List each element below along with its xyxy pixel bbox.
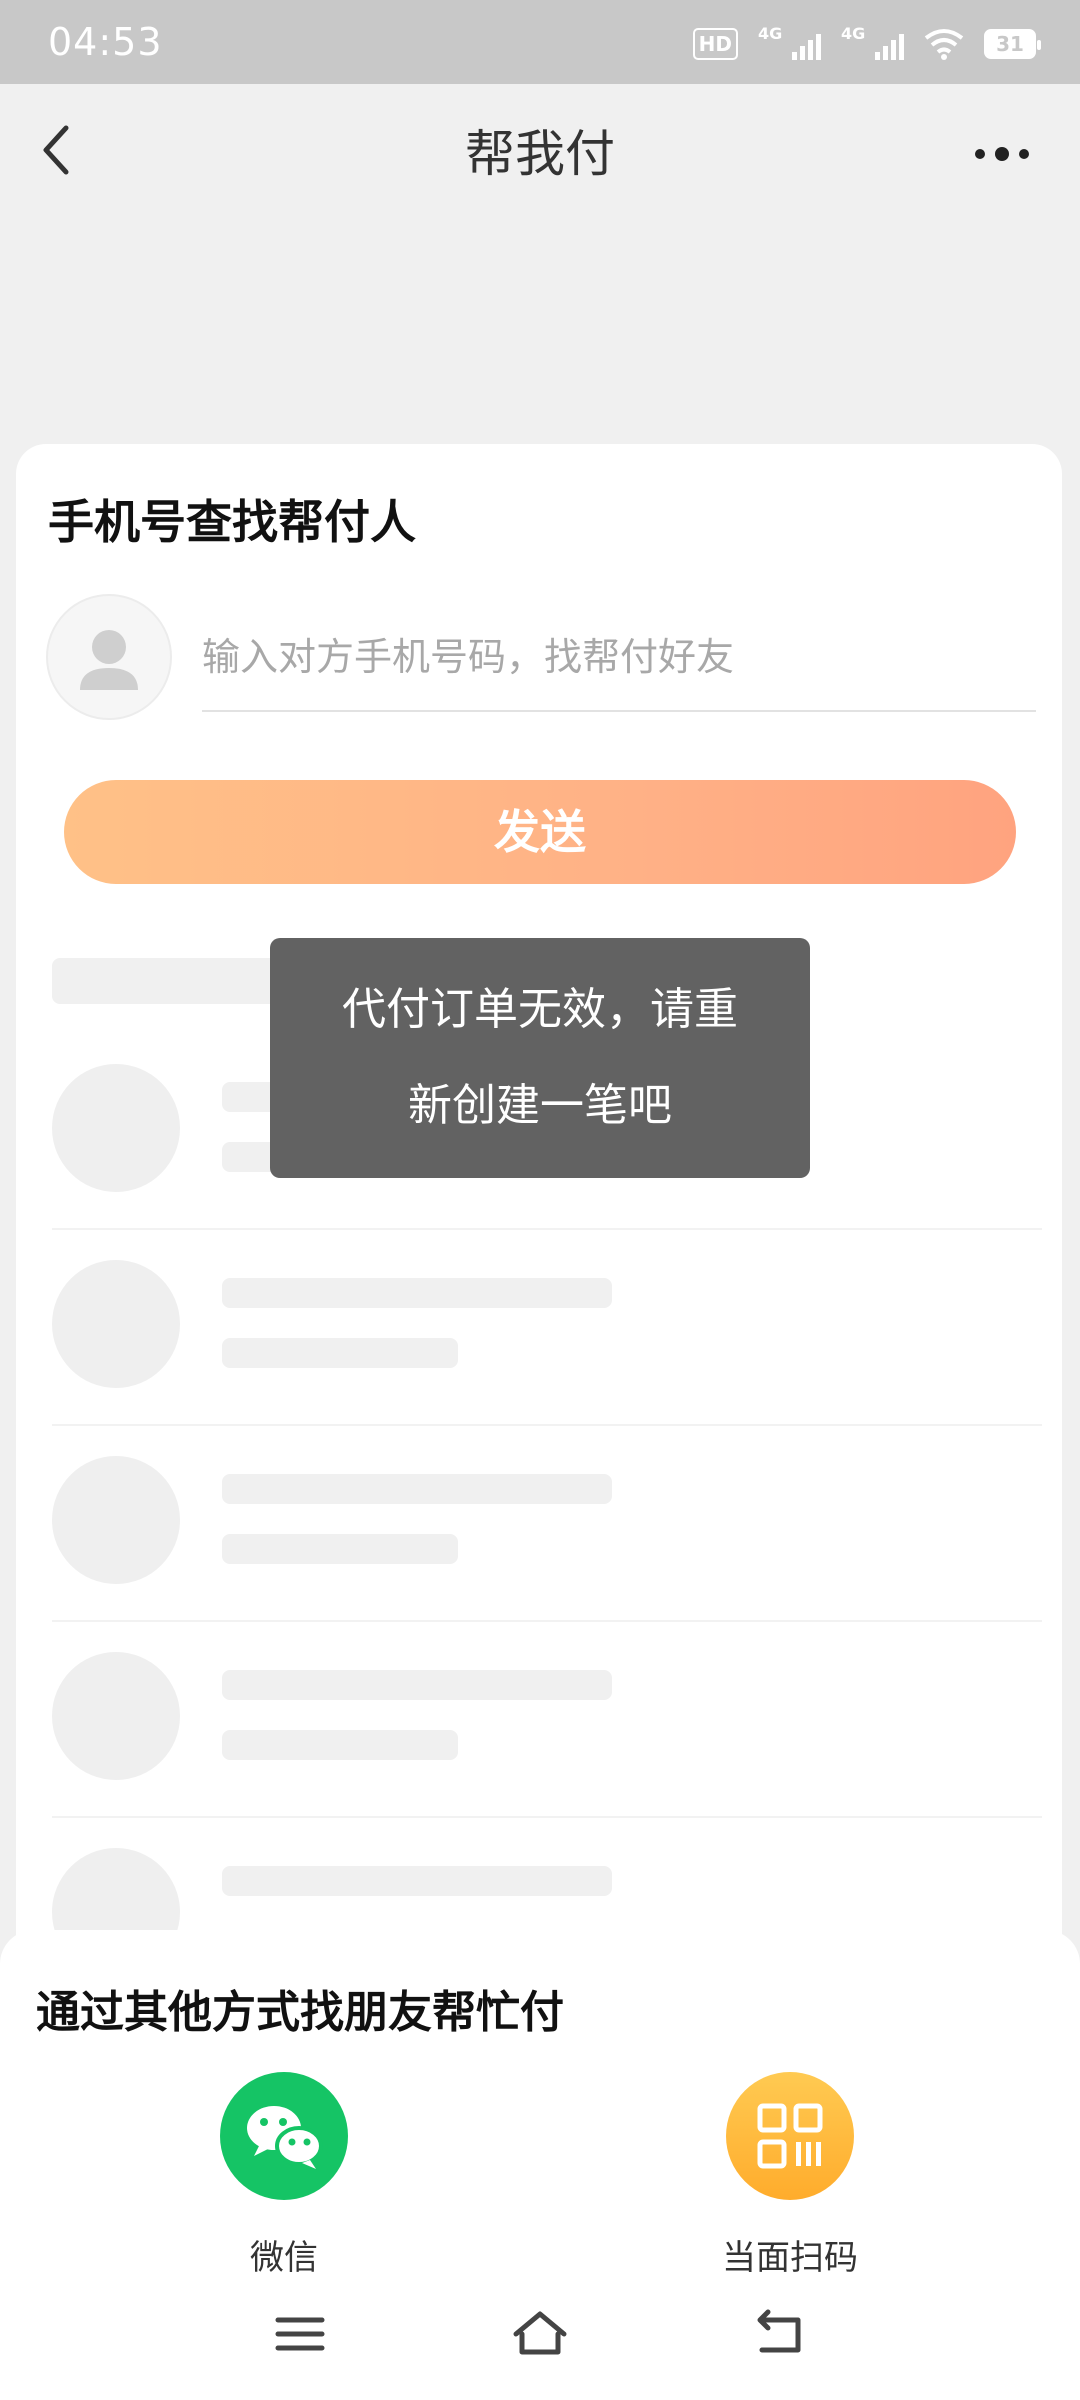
skeleton-row <box>52 1260 1042 1456</box>
status-bar: 04:53 HD 4G 4G 31 <box>0 0 1080 84</box>
card-title: 手机号查找帮付人 <box>48 495 416 549</box>
status-icons: HD 4G 4G 31 <box>692 24 1041 64</box>
wechat-icon[interactable] <box>220 2072 348 2200</box>
contact-avatar <box>46 594 172 720</box>
page-title: 帮我付 <box>465 125 615 183</box>
back-nav-icon[interactable] <box>750 2304 810 2364</box>
send-button[interactable]: 发送 <box>64 780 1016 884</box>
battery-icon: 31 <box>984 29 1041 59</box>
nav-bar: 帮我付 <box>0 84 1080 214</box>
person-icon <box>80 630 138 690</box>
menu-icon[interactable] <box>270 2304 330 2364</box>
skeleton-row <box>52 1456 1042 1652</box>
share-option-label: 微信 <box>250 2238 318 2278</box>
more-icon[interactable] <box>974 142 1030 166</box>
signal-sim1-icon: 4G <box>758 24 821 60</box>
home-icon[interactable] <box>510 2304 570 2364</box>
toast-line-2: 新创建一笔吧 <box>408 1080 672 1131</box>
wifi-icon <box>924 29 964 60</box>
skeleton-row <box>52 1652 1042 1848</box>
phone-search-card: 手机号查找帮付人 发送 <box>16 444 1062 2044</box>
share-option-wechat[interactable]: 微信 <box>174 2072 394 2279</box>
signal-sim2-icon: 4G <box>841 24 904 60</box>
share-option-qr[interactable]: 当面扫码 <box>680 2072 900 2279</box>
share-option-label: 当面扫码 <box>722 2238 858 2278</box>
status-time: 04:53 <box>48 20 163 64</box>
system-nav-bar <box>0 2290 1080 2380</box>
error-toast: 代付订单无效，请重 新创建一笔吧 <box>270 938 810 1178</box>
sheet-title: 通过其他方式找朋友帮忙付 <box>36 1987 564 2038</box>
qr-code-icon[interactable] <box>726 2072 854 2200</box>
phone-number-input[interactable] <box>202 604 1036 712</box>
hd-icon: HD <box>692 28 738 60</box>
toast-line-1: 代付订单无效，请重 <box>342 984 738 1035</box>
